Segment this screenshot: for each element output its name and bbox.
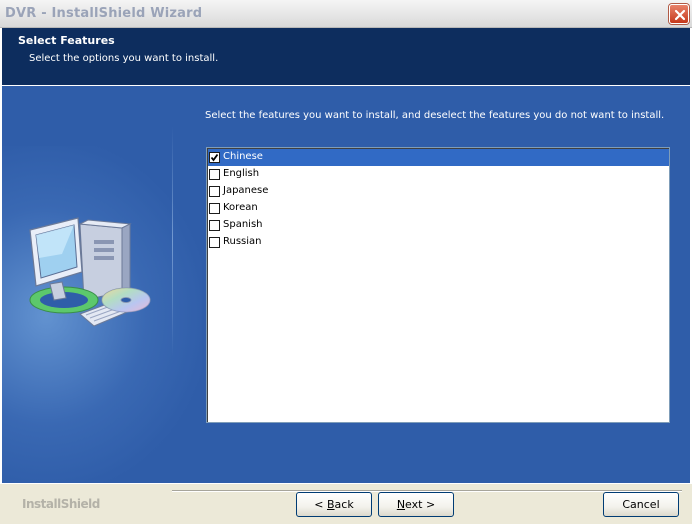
feature-checkbox[interactable] bbox=[209, 237, 220, 248]
instruction-text: Select the features you want to install,… bbox=[205, 110, 665, 121]
checkmark-icon bbox=[210, 153, 219, 162]
window-title: DVR - InstallShield Wizard bbox=[5, 6, 203, 21]
feature-checkbox[interactable] bbox=[209, 203, 220, 214]
feature-item-korean[interactable]: Korean bbox=[208, 200, 669, 217]
feature-label: Japanese bbox=[223, 185, 269, 196]
title-bar[interactable]: DVR - InstallShield Wizard bbox=[0, 0, 692, 28]
wizard-footer: InstallShield < Back Next > Cancel bbox=[0, 483, 692, 524]
feature-label: Korean bbox=[223, 202, 258, 213]
cancel-button[interactable]: Cancel bbox=[603, 492, 679, 517]
feature-label: Chinese bbox=[223, 151, 263, 162]
installshield-logo: InstallShield bbox=[22, 497, 100, 511]
next-button[interactable]: Next > bbox=[378, 492, 454, 517]
panel-divider bbox=[172, 126, 173, 356]
next-label: ext > bbox=[405, 498, 436, 511]
computer-cd-icon bbox=[22, 214, 152, 347]
header-subtitle: Select the options you want to install. bbox=[29, 53, 219, 64]
feature-label: Spanish bbox=[223, 219, 263, 230]
close-button[interactable] bbox=[669, 4, 689, 24]
wizard-header: Select Features Select the options you w… bbox=[2, 28, 690, 85]
feature-item-japanese[interactable]: Japanese bbox=[208, 183, 669, 200]
feature-checkbox[interactable] bbox=[209, 186, 220, 197]
feature-item-chinese[interactable]: Chinese bbox=[208, 149, 669, 166]
feature-label: Russian bbox=[223, 236, 262, 247]
header-title: Select Features bbox=[18, 34, 115, 47]
feature-item-english[interactable]: English bbox=[208, 166, 669, 183]
back-button[interactable]: < Back bbox=[296, 492, 372, 517]
feature-checkbox[interactable] bbox=[209, 220, 220, 231]
back-label: ack bbox=[334, 498, 354, 511]
feature-item-russian[interactable]: Russian bbox=[208, 234, 669, 251]
feature-item-spanish[interactable]: Spanish bbox=[208, 217, 669, 234]
back-prefix: < bbox=[314, 498, 327, 511]
feature-list[interactable]: Chinese English Japanese Korean Spanish … bbox=[206, 147, 670, 423]
close-icon bbox=[674, 9, 686, 21]
back-mnemonic: B bbox=[327, 498, 335, 511]
next-mnemonic: N bbox=[396, 498, 406, 511]
feature-label: English bbox=[223, 168, 260, 179]
feature-checkbox[interactable] bbox=[209, 152, 220, 163]
wizard-body: Select the features you want to install,… bbox=[2, 86, 690, 483]
feature-checkbox[interactable] bbox=[209, 169, 220, 180]
installer-window: DVR - InstallShield Wizard Select Featur… bbox=[0, 0, 692, 524]
